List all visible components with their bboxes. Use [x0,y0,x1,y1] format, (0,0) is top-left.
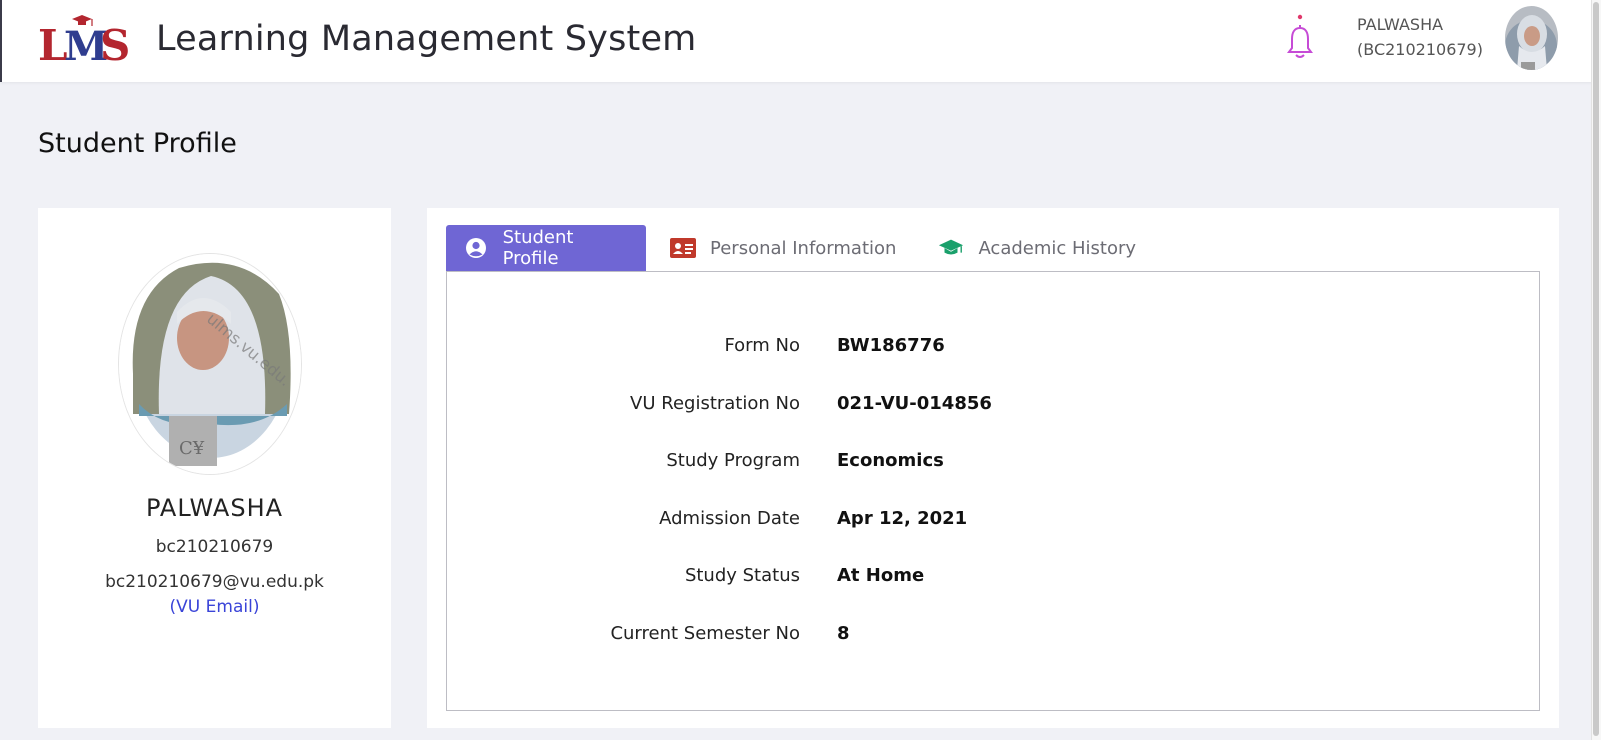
tab-label: Personal Information [710,237,897,259]
profile-email: bc210210679@vu.edu.pk [105,572,324,592]
top-bar: L M S Learning Management System PALWASH… [0,0,1601,82]
profile-tabs: Student Profile Personal Information Aca… [446,225,1154,271]
detail-value: BW186776 [837,335,945,356]
tab-student-profile[interactable]: Student Profile [446,225,646,271]
detail-row-registration-no: VU Registration No 021-VU-014856 [447,389,1541,419]
vu-email-link[interactable]: (VU Email) [38,597,391,617]
detail-label: VU Registration No [630,393,800,414]
detail-value: Apr 12, 2021 [837,508,968,529]
avatar[interactable] [1505,6,1558,70]
profile-photo: C¥ ulms.vu.edu. [118,253,302,475]
tab-label: Student Profile [502,227,574,269]
scrollbar-thumb[interactable] [1593,2,1599,736]
detail-row-study-program: Study Program Economics [447,446,1541,476]
svg-text:C¥: C¥ [179,438,205,459]
tab-label: Academic History [978,237,1137,259]
detail-label: Study Status [684,565,800,586]
detail-row-admission-date: Admission Date Apr 12, 2021 [447,504,1541,534]
details-card: Student Profile Personal Information Aca… [427,208,1559,728]
user-id: (BC210210679) [1357,40,1483,59]
detail-row-study-status: Study Status At Home [447,561,1541,591]
tab-academic-history[interactable]: Academic History [920,225,1154,271]
detail-label: Form No [724,335,800,356]
user-circle-icon [464,237,489,259]
detail-label: Admission Date [659,508,800,529]
detail-label: Current Semester No [610,623,800,644]
detail-value: At Home [837,565,925,586]
detail-row-form-no: Form No BW186776 [447,331,1541,361]
tab-personal-information[interactable]: Personal Information [652,225,914,271]
scrollbar[interactable] [1591,0,1601,740]
profile-student-id: bc210210679 [155,537,274,557]
user-name: PALWASHA [1357,15,1444,34]
detail-value: Economics [837,450,944,471]
app-title: Learning Management System [156,19,697,59]
page-title: Student Profile [38,128,237,159]
graduation-cap-icon [938,237,964,259]
notification-bell-icon[interactable] [1285,14,1315,62]
lms-logo[interactable]: L M S [38,12,130,70]
svg-text:S: S [100,21,130,64]
student-profile-panel: Form No BW186776 VU Registration No 021-… [446,271,1540,711]
detail-value: 021-VU-014856 [837,393,992,414]
user-name-block[interactable]: PALWASHA (BC210210679) [1357,12,1483,62]
profile-name: PALWASHA [145,494,284,522]
id-card-icon [670,237,696,259]
detail-label: Study Program [666,450,800,471]
detail-row-current-semester: Current Semester No 8 [447,619,1541,649]
profile-card: C¥ ulms.vu.edu. PALWASHA bc210210679 bc2… [38,208,391,728]
detail-value: 8 [837,623,850,644]
